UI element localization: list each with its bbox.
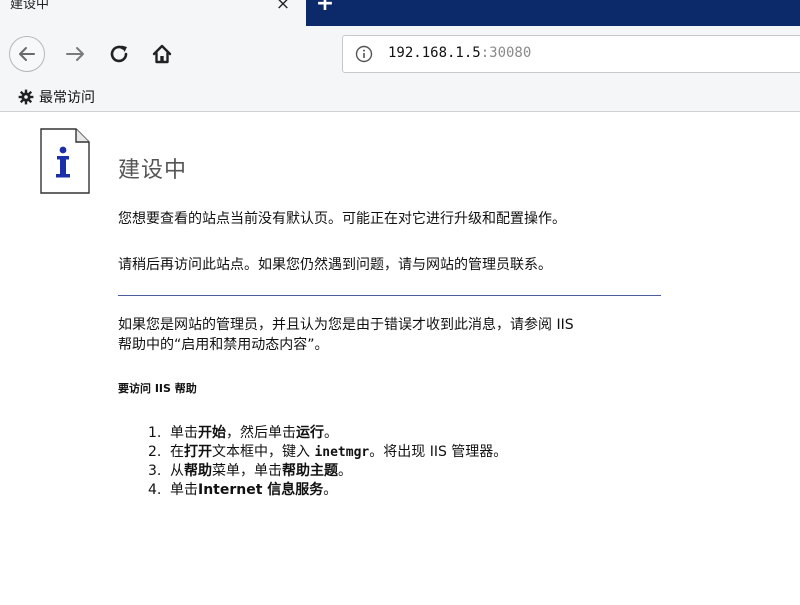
step-emphasis: 开始 [198,425,226,441]
gear-icon [18,89,34,105]
step-emphasis: 帮助主题 [282,463,338,479]
step-emphasis: 帮助 [184,463,212,479]
page-content: 建设中 您想要查看的站点当前没有默认页。可能正在对它进行升级和配置操作。 请稍后… [0,112,800,605]
step-text: 。 [323,482,338,498]
list-item: 2. 在打开文本框中，键入 inetmgr。将出现 IIS 管理器。 [148,443,507,462]
url-host: 192.168.1.5 [388,45,481,61]
list-item: 1. 单击开始，然后单击运行。 [148,424,507,443]
new-tab-icon[interactable]: + [313,0,337,15]
reload-button[interactable] [102,36,138,72]
forward-button[interactable] [58,36,94,72]
bookmark-label: 最常访问 [39,90,95,106]
nav-toolbar: 192.168.1.5:30080 [0,26,800,82]
step-text: 单击 [170,482,198,498]
step-emphasis: inetmgr [314,445,370,460]
step-number: 2. [148,444,162,460]
step-text: 。 [324,425,338,441]
list-item: 4. 单击Internet 信息服务。 [148,481,507,500]
back-button[interactable] [9,36,45,72]
step-emphasis: Internet 信息服务 [198,482,324,498]
admin-note-line: 帮助中的“启用和禁用动态内容”。 [118,337,329,353]
help-steps-list: 1. 单击开始，然后单击运行。 2. 在打开文本框中，键入 inetmgr。将出现 … [148,424,507,500]
divider [118,295,661,296]
step-emphasis: 运行 [296,425,324,441]
step-text: 从 [170,463,184,479]
step-text: 。 [338,463,352,479]
reload-icon [110,45,128,63]
info-document-icon [40,128,90,194]
site-info-icon[interactable] [355,45,373,63]
step-text: 在 [170,444,184,460]
step-emphasis: 打开 [184,444,212,460]
admin-note-line: 如果您是网站的管理员，并且认为您是由于错误才收到此消息，请参阅 IIS [118,317,574,333]
step-text: 文本框中，键入 [212,444,315,460]
step-text: 单击 [170,425,198,441]
bookmark-most-visited[interactable]: 最常访问 [18,86,95,108]
url-port: :30080 [480,45,532,61]
message-paragraph: 请稍后再访问此站点。如果您仍然遇到问题，请与网站的管理员联系。 [118,257,552,273]
step-number: 4. [148,482,162,498]
home-button[interactable] [144,36,180,72]
step-text: 。将出现 IIS 管理器。 [369,444,508,460]
arrow-right-icon [66,47,84,61]
list-item: 3. 从帮助菜单，单击帮助主题。 [148,462,507,481]
tab-active[interactable]: 建设中 × [0,0,306,26]
help-subheading: 要访问 IIS 帮助 [118,382,197,395]
step-number: 1. [148,425,162,441]
admin-note: 如果您是网站的管理员，并且认为您是由于错误才收到此消息，请参阅 IIS 帮助中的… [118,315,678,355]
tab-close-icon[interactable]: × [273,0,293,14]
arrow-left-icon [19,47,35,61]
address-bar[interactable]: 192.168.1.5:30080 [342,35,800,73]
tab-bar: 建设中 × + [0,0,800,26]
browser-window: 建设中 × + 192.168.1.5:30080 最常访问 建设中 您想要查看… [0,0,800,605]
bookmarks-toolbar: 最常访问 [0,82,800,112]
page-title: 建设中 [118,158,188,183]
url-text: 192.168.1.5:30080 [388,45,531,61]
message-paragraph: 您想要查看的站点当前没有默认页。可能正在对它进行升级和配置操作。 [118,211,566,227]
home-icon [152,44,172,64]
step-text: 菜单，单击 [212,463,282,479]
step-text: ，然后单击 [226,425,296,441]
tab-title: 建设中 [10,0,50,12]
step-number: 3. [148,463,162,479]
